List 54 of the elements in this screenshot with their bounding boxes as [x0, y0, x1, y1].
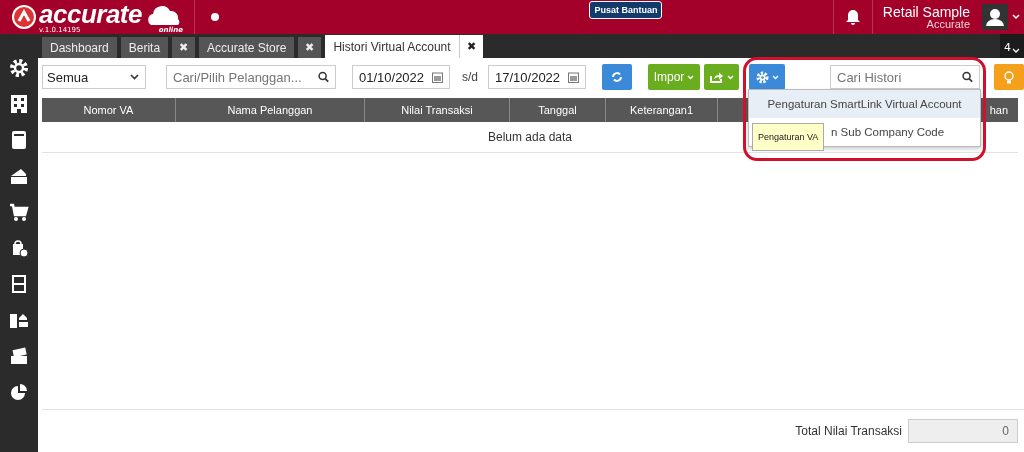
- column-header: Keterangan1: [630, 104, 693, 116]
- column-header: han: [989, 104, 1008, 116]
- share-icon: [709, 71, 724, 83]
- caret-icon[interactable]: [1012, 48, 1020, 54]
- customer-search-field[interactable]: Cari/Pilih Pelanggan...: [166, 65, 336, 89]
- logo-icon: [12, 5, 36, 29]
- search-icon[interactable]: [317, 71, 329, 83]
- lightbulb-icon: [1004, 70, 1014, 84]
- refresh-button[interactable]: [602, 64, 632, 90]
- filter-dropdown[interactable]: Semua: [42, 65, 146, 89]
- status-dot-icon: [211, 13, 219, 21]
- caret-icon: [687, 74, 695, 80]
- pie-icon[interactable]: [9, 382, 29, 402]
- history-search-field[interactable]: Cari Histori: [830, 65, 980, 89]
- caret-icon: [771, 74, 779, 80]
- tab[interactable]: Berita ✖: [120, 37, 196, 58]
- cabinet-icon[interactable]: [9, 274, 29, 294]
- card-icon[interactable]: [9, 166, 29, 186]
- caret-icon: [726, 74, 734, 80]
- caret-icon[interactable]: [1012, 14, 1020, 20]
- search-icon[interactable]: [961, 71, 973, 83]
- calendar-icon[interactable]: [432, 71, 443, 83]
- gear-icon: [755, 70, 769, 84]
- tooltip: Pengaturan VA: [752, 123, 825, 151]
- empty-message: Belum ada data: [487, 130, 573, 144]
- total-label: Total Nilai Transaksi: [795, 424, 902, 438]
- bell-icon[interactable]: [845, 9, 860, 25]
- tab[interactable]: Histori Virtual Account ✖: [325, 35, 483, 58]
- export-button[interactable]: [704, 64, 739, 90]
- column-header: Nomor VA: [83, 104, 134, 116]
- tab[interactable]: Accurate Store ✖: [199, 37, 322, 58]
- cart-icon[interactable]: [9, 202, 29, 222]
- total-field: 0: [908, 419, 1018, 443]
- date-field[interactable]: 17/10/2022: [488, 65, 586, 89]
- tab[interactable]: Dashboard: [42, 37, 117, 58]
- tab-count[interactable]: 4: [1000, 34, 1024, 58]
- column-header: Nama Pelanggan: [227, 104, 313, 116]
- date-field[interactable]: 01/10/2022: [352, 65, 450, 89]
- column-header: Nilai Transaksi: [401, 104, 473, 116]
- calendar-icon[interactable]: [568, 71, 579, 83]
- column-header: Tanggal: [538, 104, 577, 116]
- settings-button[interactable]: [749, 64, 785, 90]
- refresh-icon: [611, 71, 623, 83]
- company-name: Retail Sample: [882, 4, 970, 19]
- help-button[interactable]: Pusat Bantuan: [589, 1, 663, 19]
- caret-icon: [130, 74, 139, 80]
- avatar-icon[interactable]: [982, 4, 1008, 30]
- range-separator: s/d: [462, 70, 478, 84]
- menu-item[interactable]: n Sub Company Code: [831, 126, 945, 138]
- logo-text: accurate: [39, 0, 142, 27]
- tax-icon[interactable]: [9, 346, 29, 366]
- gear-icon[interactable]: [9, 58, 29, 78]
- building-icon[interactable]: [9, 94, 29, 114]
- book-icon[interactable]: [9, 130, 29, 150]
